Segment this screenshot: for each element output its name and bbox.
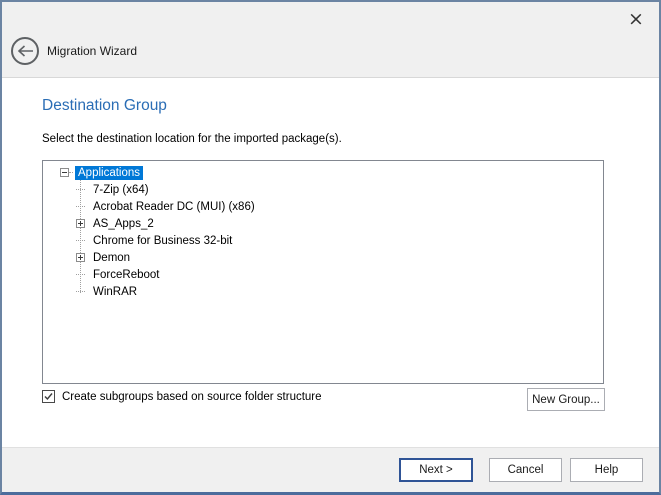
tree-item-winrar[interactable]: WinRAR <box>43 283 603 300</box>
tree-item-label[interactable]: Acrobat Reader DC (MUI) (x86) <box>90 200 258 214</box>
tree-item-as-apps-2[interactable]: AS_Apps_2 <box>43 215 603 232</box>
tree-item-label[interactable]: WinRAR <box>90 285 140 299</box>
next-button[interactable]: Next > <box>399 458 473 482</box>
cancel-button[interactable]: Cancel <box>489 458 562 482</box>
page-title: Destination Group <box>42 97 167 115</box>
tree-item-acrobat-reader[interactable]: Acrobat Reader DC (MUI) (x86) <box>43 198 603 215</box>
tree-item-chrome-for-business[interactable]: Chrome for Business 32-bit <box>43 232 603 249</box>
tree-connector <box>76 291 85 292</box>
tree-item-label[interactable]: 7-Zip (x64) <box>90 183 152 197</box>
collapse-icon[interactable] <box>60 168 69 177</box>
tree-connector <box>76 189 85 190</box>
back-arrow-icon <box>17 45 34 57</box>
checkbox-label: Create subgroups based on source folder … <box>62 391 322 403</box>
help-button[interactable]: Help <box>570 458 643 482</box>
tree-connector <box>76 274 85 275</box>
checkbox-checked-icon[interactable] <box>42 390 55 403</box>
tree-connector <box>76 240 85 241</box>
tree-item-demon[interactable]: Demon <box>43 249 603 266</box>
tree-item-label[interactable]: AS_Apps_2 <box>90 217 157 231</box>
tree-connector <box>69 172 73 173</box>
tree-item-applications[interactable]: Applications <box>43 164 603 181</box>
migration-wizard-window: × Migration Wizard Destination Group Sel… <box>0 0 661 495</box>
tree-connector <box>76 206 85 207</box>
new-group-button[interactable]: New Group... <box>527 388 605 411</box>
destination-group-tree[interactable]: Applications 7-Zip (x64) Acrobat Reader … <box>42 160 604 384</box>
tree-item-7zip[interactable]: 7-Zip (x64) <box>43 181 603 198</box>
expand-icon[interactable] <box>76 219 85 228</box>
wizard-header: × Migration Wizard <box>2 2 659 78</box>
close-icon[interactable]: × <box>625 8 647 30</box>
create-subgroups-option[interactable]: Create subgroups based on source folder … <box>42 390 322 403</box>
instruction-text: Select the destination location for the … <box>42 133 342 145</box>
wizard-footer: Next > Cancel Help <box>2 447 659 492</box>
tree-item-label[interactable]: Applications <box>75 166 143 180</box>
tree-item-label[interactable]: ForceReboot <box>90 268 162 282</box>
tree-item-forcereboot[interactable]: ForceReboot <box>43 266 603 283</box>
wizard-title: Migration Wizard <box>47 44 137 58</box>
tree-item-label[interactable]: Demon <box>90 251 133 265</box>
expand-icon[interactable] <box>76 253 85 262</box>
tree-item-label[interactable]: Chrome for Business 32-bit <box>90 234 235 248</box>
back-button[interactable] <box>11 37 39 65</box>
